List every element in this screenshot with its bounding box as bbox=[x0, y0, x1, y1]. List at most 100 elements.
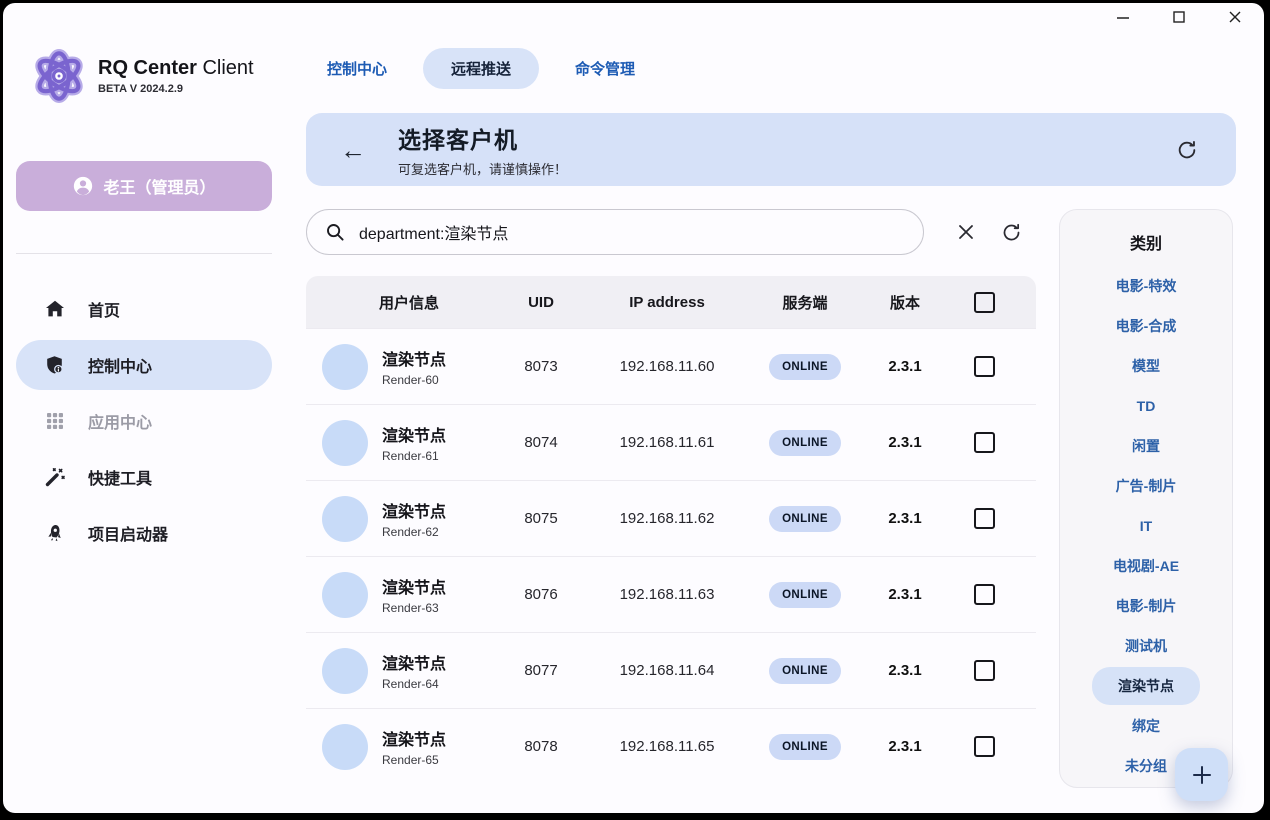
client-uid: 8074 bbox=[496, 434, 586, 451]
category-item[interactable]: 测试机 bbox=[1060, 626, 1232, 666]
client-uid: 8078 bbox=[496, 738, 586, 755]
client-name: 渲染节点 bbox=[382, 422, 496, 446]
client-version: 2.3.1 bbox=[862, 358, 948, 375]
app-brand: RQ Center Client BETA V 2024.2.9 bbox=[30, 45, 272, 107]
sidebar-item-quick-tools[interactable]: 快捷工具 bbox=[16, 452, 272, 502]
table-row[interactable]: 渲染节点 Render-60 8073 192.168.11.60 ONLINE… bbox=[306, 328, 1036, 404]
page-title: 选择客户机 bbox=[398, 121, 567, 155]
tab-remote-push[interactable]: 远程推送 bbox=[423, 48, 539, 89]
app-title: RQ Center Client bbox=[98, 57, 254, 80]
category-item[interactable]: 渲染节点 bbox=[1060, 666, 1232, 706]
category-item[interactable]: 电影-特效 bbox=[1060, 266, 1232, 306]
client-ip: 192.168.11.62 bbox=[586, 510, 748, 527]
sidebar-divider bbox=[16, 253, 272, 254]
client-ip: 192.168.11.61 bbox=[586, 434, 748, 451]
sidebar-item-label: 控制中心 bbox=[88, 353, 152, 377]
category-item[interactable]: 电影-制片 bbox=[1060, 586, 1232, 626]
add-button[interactable] bbox=[1175, 748, 1228, 801]
category-label: 闲置 bbox=[1132, 436, 1160, 456]
category-item[interactable]: 广告-制片 bbox=[1060, 466, 1232, 506]
col-server: 服务端 bbox=[748, 292, 862, 313]
table-row[interactable]: 渲染节点 Render-61 8074 192.168.11.61 ONLINE… bbox=[306, 404, 1036, 480]
user-badge[interactable]: 老王（管理员） bbox=[16, 161, 272, 211]
category-panel: 类别 电影-特效 电影-合成 模型 TD 闲置 bbox=[1059, 209, 1233, 788]
client-name: 渲染节点 bbox=[382, 346, 496, 370]
client-uid: 8073 bbox=[496, 358, 586, 375]
col-uid: UID bbox=[496, 294, 586, 311]
client-ip: 192.168.11.63 bbox=[586, 586, 748, 603]
sidebar-item-project-launcher[interactable]: 项目启动器 bbox=[16, 508, 272, 558]
client-ip: 192.168.11.65 bbox=[586, 738, 748, 755]
sidebar-item-label: 首页 bbox=[88, 297, 120, 321]
table-row[interactable]: 渲染节点 Render-62 8075 192.168.11.62 ONLINE… bbox=[306, 480, 1036, 556]
plus-icon bbox=[1190, 763, 1214, 787]
table-row[interactable]: 渲染节点 Render-63 8076 192.168.11.63 ONLINE… bbox=[306, 556, 1036, 632]
row-checkbox[interactable] bbox=[974, 356, 995, 377]
category-item[interactable]: 绑定 bbox=[1060, 706, 1232, 746]
col-version: 版本 bbox=[862, 292, 948, 313]
avatar bbox=[322, 344, 368, 390]
status-badge: ONLINE bbox=[769, 506, 841, 532]
app-window: RQ Center Client BETA V 2024.2.9 老王（管理员） bbox=[3, 3, 1264, 813]
category-label: 电影-合成 bbox=[1116, 316, 1177, 336]
tab-command-management[interactable]: 命令管理 bbox=[575, 48, 635, 89]
status-badge: ONLINE bbox=[769, 658, 841, 684]
category-item[interactable]: IT bbox=[1060, 506, 1232, 546]
category-item[interactable]: 闲置 bbox=[1060, 426, 1232, 466]
avatar bbox=[322, 496, 368, 542]
sidebar-item-control-center[interactable]: 控制中心 bbox=[16, 340, 272, 390]
main-area: 控制中心 远程推送 命令管理 ← 选择客户机 可复选客户机，请谨慎操作！ bbox=[285, 31, 1264, 813]
row-checkbox[interactable] bbox=[974, 432, 995, 453]
category-item[interactable]: TD bbox=[1060, 386, 1232, 426]
row-checkbox[interactable] bbox=[974, 736, 995, 757]
search-refresh-icon[interactable] bbox=[1001, 222, 1022, 243]
category-item[interactable]: 模型 bbox=[1060, 346, 1232, 386]
avatar bbox=[322, 572, 368, 618]
select-all-checkbox[interactable] bbox=[974, 292, 995, 313]
search-box[interactable] bbox=[306, 209, 924, 255]
sidebar-item-app-center[interactable]: 应用中心 bbox=[16, 396, 272, 446]
client-hostname: Render-65 bbox=[382, 753, 496, 767]
category-label: 电影-制片 bbox=[1116, 596, 1177, 616]
category-label: 绑定 bbox=[1132, 716, 1160, 736]
client-hostname: Render-63 bbox=[382, 601, 496, 615]
category-item[interactable]: 电视剧-AE bbox=[1060, 546, 1232, 586]
client-ip: 192.168.11.64 bbox=[586, 662, 748, 679]
avatar bbox=[322, 648, 368, 694]
sidebar-item-home[interactable]: 首页 bbox=[16, 284, 272, 334]
home-icon bbox=[44, 298, 66, 320]
client-name: 渲染节点 bbox=[382, 726, 496, 750]
status-badge: ONLINE bbox=[769, 582, 841, 608]
client-uid: 8075 bbox=[496, 510, 586, 527]
grid-icon bbox=[44, 410, 66, 432]
maximize-icon[interactable] bbox=[1166, 6, 1192, 28]
sidebar-item-label: 应用中心 bbox=[88, 409, 152, 433]
table-header: 用户信息 UID IP address 服务端 版本 bbox=[306, 276, 1036, 328]
client-version: 2.3.1 bbox=[862, 434, 948, 451]
client-hostname: Render-60 bbox=[382, 373, 496, 387]
row-checkbox[interactable] bbox=[974, 660, 995, 681]
row-checkbox[interactable] bbox=[974, 508, 995, 529]
clear-search-icon[interactable] bbox=[957, 223, 975, 241]
atom-logo-icon bbox=[30, 47, 88, 105]
back-arrow-icon[interactable]: ← bbox=[340, 137, 366, 163]
category-label: 电视剧-AE bbox=[1113, 556, 1179, 576]
close-icon[interactable] bbox=[1222, 6, 1248, 28]
search-input[interactable] bbox=[357, 222, 905, 242]
client-version: 2.3.1 bbox=[862, 738, 948, 755]
col-user-info: 用户信息 bbox=[322, 292, 496, 313]
sidebar-item-label: 项目启动器 bbox=[88, 521, 168, 545]
tab-control-center[interactable]: 控制中心 bbox=[327, 48, 387, 89]
user-icon bbox=[72, 175, 94, 197]
shield-icon bbox=[44, 354, 66, 376]
minimize-icon[interactable] bbox=[1110, 6, 1136, 28]
row-checkbox[interactable] bbox=[974, 584, 995, 605]
sidebar-nav: 首页 控制中心 bbox=[16, 284, 272, 558]
table-row[interactable]: 渲染节点 Render-64 8077 192.168.11.64 ONLINE… bbox=[306, 632, 1036, 708]
table-row[interactable]: 渲染节点 Render-65 8078 192.168.11.65 ONLINE… bbox=[306, 708, 1036, 784]
client-hostname: Render-61 bbox=[382, 449, 496, 463]
table-body: 渲染节点 Render-60 8073 192.168.11.60 ONLINE… bbox=[306, 328, 1036, 784]
refresh-icon[interactable] bbox=[1176, 139, 1198, 161]
category-label: 模型 bbox=[1132, 356, 1160, 376]
category-item[interactable]: 电影-合成 bbox=[1060, 306, 1232, 346]
